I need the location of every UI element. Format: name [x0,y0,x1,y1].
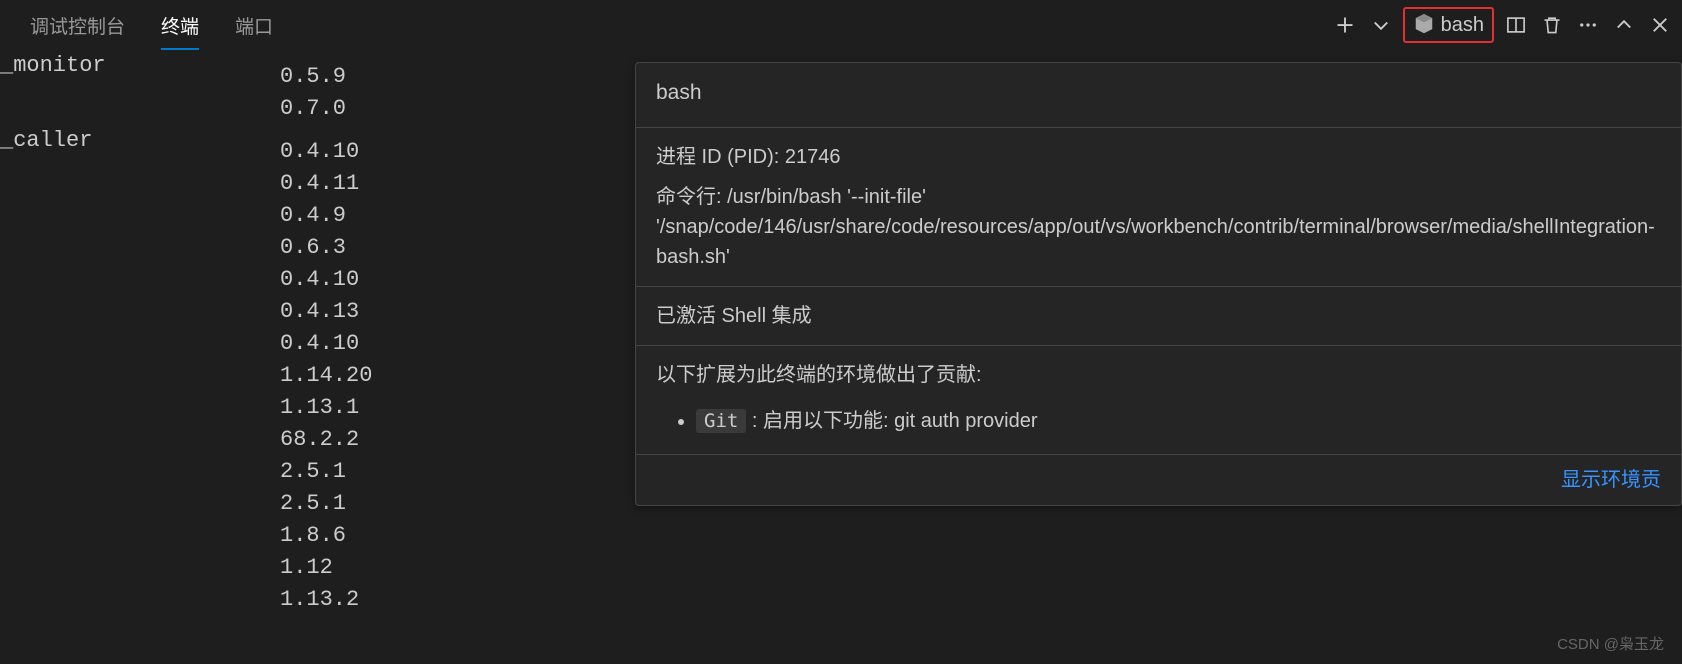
new-terminal-icon[interactable] [1331,11,1359,39]
package-version: 68.2.2 [280,424,359,456]
watermark: CSDN @枭玉龙 [1557,633,1664,654]
package-version: 2.5.1 [280,456,346,488]
package-version: 0.6.3 [280,232,346,264]
tooltip-cmdline: 命令行: /usr/bin/bash '--init-file' '/snap/… [656,182,1661,272]
terminal-toolbar: bash [1331,0,1674,50]
tooltip-title: bash [656,77,1661,109]
close-icon[interactable] [1646,11,1674,39]
package-version: 0.4.10 [280,328,359,360]
extension-name-pill: Git [696,409,746,433]
tab-terminal[interactable]: 终端 [143,0,217,50]
tab-debug-console[interactable]: 调试控制台 [12,0,143,50]
panel-tabs: 调试控制台 终端 端口 bash [0,0,1682,50]
terminal-line: 1.13.2 [0,584,1682,616]
package-version: 0.4.10 [280,264,359,296]
chevron-up-icon[interactable] [1610,11,1638,39]
package-name: _monitor [0,50,280,82]
tooltip-contrib-heading: 以下扩展为此终端的环境做出了贡献: [656,360,1661,390]
package-version: 0.4.11 [280,168,359,200]
package-version: 1.12 [280,552,333,584]
package-version: 1.8.6 [280,520,346,552]
package-version: 0.7.0 [280,93,346,125]
package-version: 1.14.20 [280,360,372,392]
package-version: 0.4.13 [280,296,359,328]
package-name: _caller [0,125,280,157]
package-version: 0.4.10 [280,136,359,168]
terminal-hover-tooltip: bash 进程 ID (PID): 21746 命令行: /usr/bin/ba… [635,62,1682,506]
extension-desc: : 启用以下功能: git auth provider [746,410,1037,432]
split-terminal-icon[interactable] [1502,11,1530,39]
tooltip-shell-integration: 已激活 Shell 集成 [656,301,1661,331]
tab-ports[interactable]: 端口 [217,0,291,50]
package-version: 0.4.9 [280,200,346,232]
terminal-profile-bash[interactable]: bash [1403,7,1494,43]
terminal-line: 1.8.6 [0,520,1682,552]
trash-icon[interactable] [1538,11,1566,39]
terminal-icon [1413,14,1435,36]
terminal-line: 1.12 [0,552,1682,584]
show-environment-link[interactable]: 显示环境贡 [636,455,1681,505]
package-version: 1.13.1 [280,392,359,424]
chevron-down-icon[interactable] [1367,11,1395,39]
more-icon[interactable] [1574,11,1602,39]
package-version: 0.5.9 [280,61,346,93]
package-version: 1.13.2 [280,584,359,616]
terminal-profile-label: bash [1441,14,1484,37]
tooltip-contrib-item: Git : 启用以下功能: git auth provider [696,402,1661,440]
tooltip-pid: 进程 ID (PID): 21746 [656,142,1661,172]
package-version: 2.5.1 [280,488,346,520]
